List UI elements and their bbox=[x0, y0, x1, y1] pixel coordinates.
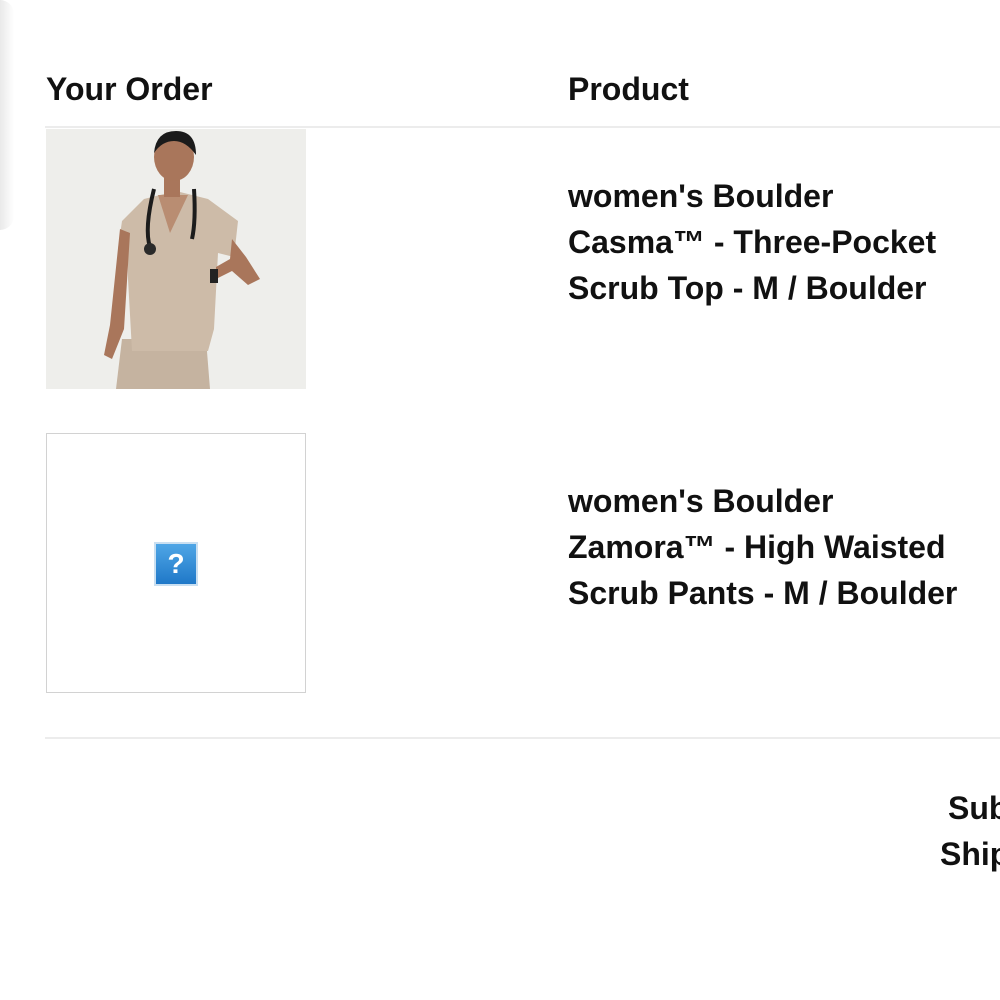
order-summary-page: Your Order Product women's Boulder Casma… bbox=[0, 0, 1000, 1000]
subtotal-label: Subtotal bbox=[948, 790, 1000, 826]
product-image[interactable]: ? bbox=[46, 433, 306, 693]
product-column-header: Product bbox=[568, 71, 689, 107]
broken-image-icon: ? bbox=[154, 542, 198, 586]
your-order-heading: Your Order bbox=[46, 71, 213, 107]
edge-shadow bbox=[0, 0, 14, 230]
product-name[interactable]: women's Boulder Casma™ - Three-Pocket Sc… bbox=[568, 173, 978, 311]
header-divider bbox=[45, 126, 1000, 128]
items-divider bbox=[45, 737, 1000, 739]
product-name[interactable]: women's Boulder Zamora™ - High Waisted S… bbox=[568, 478, 978, 616]
shipping-label: Shipping bbox=[940, 836, 1000, 872]
product-image[interactable] bbox=[46, 129, 306, 389]
scrub-top-photo bbox=[46, 129, 306, 389]
